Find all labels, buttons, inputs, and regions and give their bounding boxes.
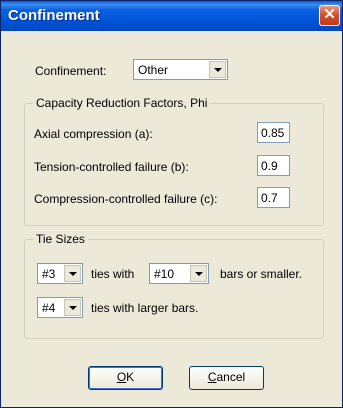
confinement-dialog: Confinement ✕ Confinement: Other Capacit… xyxy=(0,0,343,408)
tie-size-select-value: #3 xyxy=(42,267,56,281)
phi-group-legend: Capacity Reduction Factors, Phi xyxy=(33,96,211,110)
ties-with-label: ties with xyxy=(91,267,135,281)
compression-controlled-label: Compression-controlled failure (c): xyxy=(34,192,218,206)
title-bar[interactable]: Confinement ✕ xyxy=(1,1,342,31)
ties-with-larger-bars-label: ties with larger bars. xyxy=(91,301,199,315)
chevron-down-icon[interactable] xyxy=(190,265,207,282)
phi-group: Capacity Reduction Factors, Phi Axial co… xyxy=(24,96,324,226)
close-icon[interactable]: ✕ xyxy=(319,5,340,26)
chevron-down-icon[interactable] xyxy=(64,265,81,282)
tie-sizes-group: Tie Sizes #3 ties with #10 bars or small… xyxy=(24,232,324,339)
ok-label-rest: K xyxy=(126,370,135,384)
larger-tie-size-select[interactable]: #4 xyxy=(37,297,83,318)
confinement-select[interactable]: Other xyxy=(133,59,228,80)
ok-mnemonic: O xyxy=(116,370,127,384)
chevron-down-icon[interactable] xyxy=(64,299,81,316)
tie-size-select[interactable]: #3 xyxy=(37,263,83,284)
chevron-down-icon[interactable] xyxy=(209,61,226,78)
axial-compression-field[interactable]: 0.85 xyxy=(257,122,290,143)
cancel-label-rest: ancel xyxy=(216,370,246,384)
axial-compression-label: Axial compression (a): xyxy=(34,127,153,141)
tension-controlled-field[interactable]: 0.9 xyxy=(257,155,290,176)
compression-controlled-field[interactable]: 0.7 xyxy=(257,187,290,208)
bars-or-smaller-label: bars or smaller. xyxy=(220,267,303,281)
window-title: Confinement xyxy=(8,7,100,24)
cancel-button[interactable]: Cancel xyxy=(189,366,264,390)
confinement-select-value: Other xyxy=(138,63,169,77)
tie-sizes-legend: Tie Sizes xyxy=(33,232,88,246)
bar-size-select-value: #10 xyxy=(154,267,175,281)
confinement-label: Confinement: xyxy=(35,64,107,78)
tension-controlled-label: Tension-controlled failure (b): xyxy=(34,160,189,174)
ok-button[interactable]: OK xyxy=(88,366,163,390)
bar-size-select[interactable]: #10 xyxy=(149,263,209,284)
larger-tie-size-select-value: #4 xyxy=(42,301,56,315)
